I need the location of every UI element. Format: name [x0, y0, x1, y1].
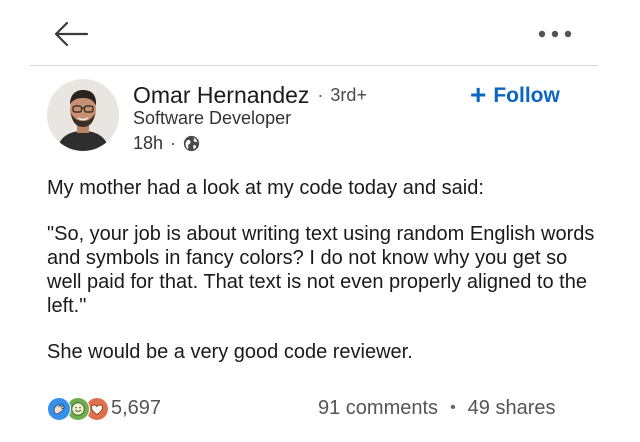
- follow-label: Follow: [493, 84, 560, 107]
- post-paragraph-3: She would be a very good code reviewer.: [47, 341, 413, 363]
- shares-count-link[interactable]: 49 shares: [468, 397, 556, 420]
- follow-button[interactable]: + Follow: [470, 79, 560, 110]
- reaction-count: 5,697: [111, 396, 162, 419]
- author-name[interactable]: Omar Hernandez: [133, 82, 309, 109]
- more-options-button[interactable]: [530, 14, 580, 54]
- more-horizontal-icon: [538, 30, 572, 38]
- back-button[interactable]: [50, 14, 92, 54]
- top-bar: [0, 0, 640, 66]
- post-body: My mother had a look at my code today an…: [47, 176, 607, 364]
- profile-photo: [47, 79, 119, 151]
- post-meta: 18h ·: [133, 131, 200, 155]
- reaction-icons: [47, 395, 109, 421]
- top-divider: [30, 65, 598, 66]
- reactions-summary[interactable]: 5,697: [47, 394, 161, 422]
- post-paragraph-1: My mother had a look at my code today an…: [47, 177, 484, 199]
- connection-degree: 3rd+: [330, 84, 367, 105]
- arrow-left-icon: [54, 21, 89, 47]
- engagement-summary: 91 comments • 49 shares: [318, 394, 556, 422]
- author-line: Omar Hernandez · 3rd+: [133, 80, 367, 110]
- post-time: 18h: [133, 132, 164, 153]
- author-headline: Software Developer: [133, 108, 292, 128]
- degree-separator: ·: [317, 84, 324, 105]
- engagement-separator: •: [450, 399, 456, 416]
- avatar[interactable]: [47, 79, 119, 151]
- post-paragraph-2: "So, your job is about writing text usin…: [47, 223, 595, 317]
- comments-count-link[interactable]: 91 comments: [318, 397, 438, 420]
- plus-icon: +: [470, 79, 487, 110]
- clap-icon: [47, 397, 71, 421]
- globe-icon: [183, 135, 200, 151]
- meta-separator: ·: [170, 132, 177, 153]
